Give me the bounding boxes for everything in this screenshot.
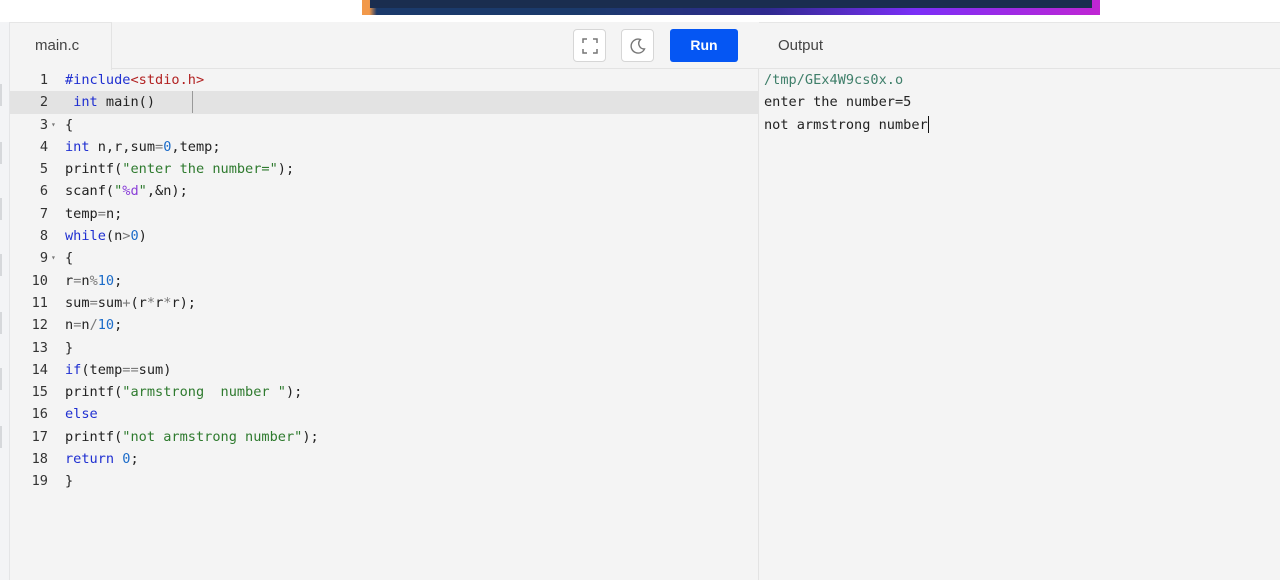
line-number: 1 [39,72,48,88]
code-text: scanf("%d",&n); [65,183,188,200]
theme-toggle-button[interactable] [621,29,654,62]
code-line[interactable]: 15 printf("armstrong number "); [10,381,759,403]
code-line[interactable]: 2 int main() [10,91,759,114]
editor-toolbar: main.c Run [10,22,759,70]
line-number: 11 [31,294,48,311]
line-number: 13 [31,339,48,356]
code-line[interactable]: 1 #include<stdio.h> [10,69,759,91]
sidebar-marker [0,312,2,334]
top-bar [0,0,1280,22]
fold-arrow-icon[interactable]: ▾ [48,247,65,269]
output-line: not armstrong number [764,116,929,134]
code-text: n=n/10; [65,317,123,334]
code-text: } [65,473,74,490]
line-number: 15 [31,384,48,401]
code-text: r=n%10; [65,272,123,289]
code-text: if(temp==sum) [65,361,172,378]
line-number: 18 [31,451,48,468]
line-number: 14 [31,361,48,378]
line-number: 4 [39,138,48,155]
code-text: int main() [73,94,156,111]
code-text: int n,r,sum=0,temp; [65,138,221,155]
sidebar-marker [0,254,2,276]
code-line[interactable]: 16 else [10,403,759,425]
text-cursor [192,91,193,114]
line-number: 19 [31,473,48,490]
code-line[interactable]: 5 printf("enter the number="); [10,158,759,180]
file-tab-main-c[interactable]: main.c [10,22,112,70]
line-number: 6 [39,183,48,200]
sidebar-marker [0,142,2,164]
code-line[interactable]: 18 return 0; [10,448,759,470]
code-line[interactable]: 10 r=n%10; [10,270,759,292]
left-sidebar [0,22,10,580]
line-number: 8 [39,228,48,245]
code-line[interactable]: 14 if(temp==sum) [10,359,759,381]
code-text: #include<stdio.h> [65,72,205,88]
code-text: { [65,116,74,133]
code-editor[interactable]: 1 #include<stdio.h> 2 int main() 3 ▾{4 int n,… [10,69,759,580]
sidebar-marker [0,198,2,220]
code-text: printf("enter the number="); [65,161,295,178]
ad-banner[interactable] [362,0,1100,15]
line-number: 2 [39,94,48,111]
code-text: return 0; [65,451,139,468]
line-number: 7 [39,205,48,222]
code-line[interactable]: 7 temp=n; [10,203,759,225]
code-text: printf("not armstrong number"); [65,428,319,445]
code-line[interactable]: 13} [10,337,759,359]
code-line[interactable]: 11 sum=sum+(r*r*r); [10,292,759,314]
code-line[interactable]: 17 printf("not armstrong number"); [10,426,759,448]
code-text: sum=sum+(r*r*r); [65,294,196,311]
code-line[interactable]: 19} [10,470,759,492]
sidebar-marker [0,368,2,390]
output-console[interactable]: /tmp/GEx4W9cs0x.o enter the number=5 not a… [764,69,929,136]
line-number: 9 [39,250,48,267]
sidebar-marker [0,426,2,448]
code-text: } [65,339,74,356]
code-text: else [65,406,98,423]
code-line[interactable]: 8 while(n>0) [10,225,759,247]
output-panel: Output /tmp/GEx4W9cs0x.o enter the number… [759,22,1280,580]
fullscreen-button[interactable] [573,29,606,62]
line-number: 16 [31,406,48,423]
code-line[interactable]: 4 int n,r,sum=0,temp; [10,136,759,158]
sidebar-marker [0,84,2,106]
output-line: enter the number=5 [764,94,912,111]
code-line[interactable]: 12 n=n/10; [10,314,759,336]
code-line[interactable]: 6 scanf("%d",&n); [10,180,759,202]
code-line[interactable]: 9 ▾{ [10,247,759,269]
line-number: 12 [31,317,48,334]
console-cursor [927,116,929,134]
code-text: { [65,250,74,267]
code-text: temp=n; [65,205,123,222]
output-file-path: /tmp/GEx4W9cs0x.o [764,72,904,88]
line-number: 10 [31,272,48,289]
line-number: 17 [31,428,48,445]
code-line[interactable]: 3 ▾{ [10,114,759,136]
code-text: while(n>0) [65,228,147,245]
line-number: 3 [39,116,48,133]
run-button[interactable]: Run [670,29,738,62]
line-number: 5 [39,161,48,178]
output-title: Output [759,22,1280,69]
editor-panel: main.c Run 1 #include<stdio.h> 2 int main(… [10,22,759,580]
code-text: printf("armstrong number "); [65,384,303,401]
fold-arrow-icon[interactable]: ▾ [48,114,65,136]
